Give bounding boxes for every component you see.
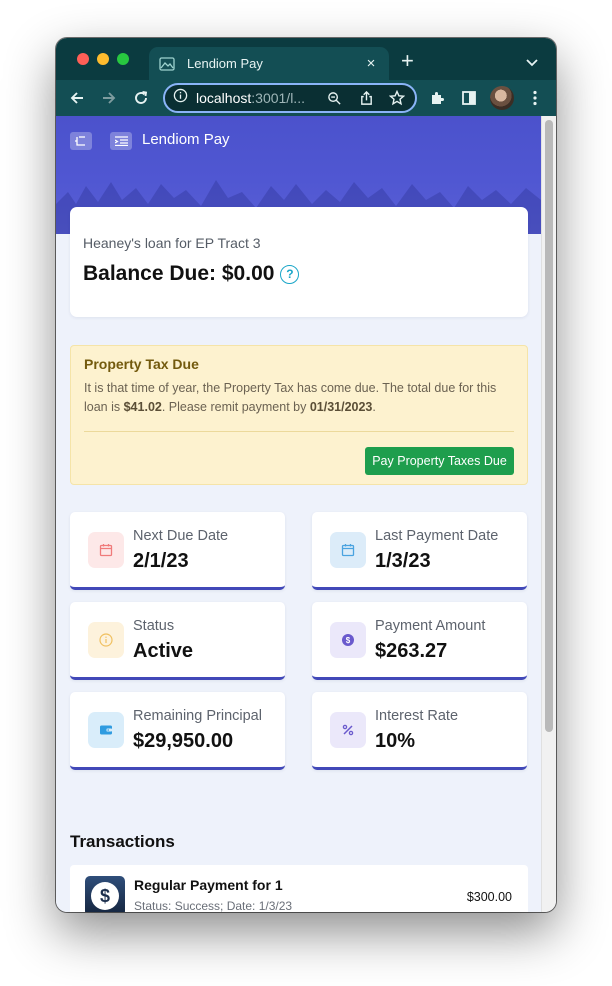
stat-value: 10% — [375, 730, 416, 752]
stat-remaining-principal: Remaining Principal $29,950.00 — [70, 692, 285, 770]
tax-amount: $41.02 — [123, 400, 162, 414]
loan-name: Heaney's loan for EP Tract 3 — [83, 235, 261, 251]
stat-label: Payment Amount — [375, 618, 486, 634]
percent-icon — [330, 712, 366, 748]
wallet-icon — [88, 712, 124, 748]
stat-value: $263.27 — [375, 640, 448, 662]
stat-value: Active — [133, 640, 194, 662]
stat-status: Status Active — [70, 602, 285, 680]
stat-payment-amount: $ Payment Amount $263.27 — [312, 602, 527, 680]
address-bar[interactable]: localhost:3001/l... — [163, 83, 417, 113]
transaction-amount: $300.00 — [466, 890, 512, 904]
browser-toolbar: localhost:3001/l... — [56, 80, 556, 116]
new-tab-button[interactable]: + — [401, 50, 414, 72]
tax-alert-message: It is that time of year, the Property Ta… — [84, 379, 509, 417]
loan-summary-card: Heaney's loan for EP Tract 3 Balance Due… — [70, 207, 528, 317]
stat-label: Remaining Principal — [133, 708, 262, 724]
transaction-subtitle: Status: Success; Date: 1/3/23 — [134, 899, 293, 912]
page-viewport: Lendiom Pay Heaney's loan for EP Tract 3… — [56, 116, 541, 912]
stat-interest-rate: Interest Rate 10% — [312, 692, 527, 770]
transaction-row[interactable]: $ Regular Payment for 1 Status: Success;… — [70, 865, 528, 912]
bookmark-star-icon[interactable] — [388, 89, 406, 111]
minimize-window-button[interactable] — [97, 53, 109, 65]
close-window-button[interactable] — [77, 53, 89, 65]
calendar-icon — [330, 532, 366, 568]
site-info-icon[interactable] — [173, 88, 188, 108]
svg-text:$: $ — [346, 636, 351, 645]
stat-label: Last Payment Date — [375, 528, 499, 544]
property-tax-alert: Property Tax Due It is that time of year… — [70, 345, 528, 485]
url-path: :3001/l... — [251, 90, 305, 106]
balance-due-text: Balance Due: $0.00 — [83, 262, 275, 285]
tax-due-date: 01/31/2023 — [309, 400, 373, 414]
tax-message-part-2: . Please remit payment by — [161, 400, 310, 414]
side-panel-icon[interactable] — [460, 89, 478, 107]
reload-icon[interactable] — [132, 89, 150, 107]
help-question-icon[interactable]: ? — [280, 264, 300, 284]
back-return-icon[interactable] — [70, 132, 92, 150]
zoom-icon[interactable] — [327, 91, 342, 111]
share-icon[interactable] — [359, 90, 374, 111]
info-icon — [88, 622, 124, 658]
kebab-menu-icon[interactable] — [526, 89, 544, 107]
tab-title: Lendiom Pay — [187, 56, 263, 71]
extensions-puzzle-icon[interactable] — [428, 89, 446, 107]
divider — [84, 431, 514, 432]
maximize-window-button[interactable] — [117, 53, 129, 65]
tab-search-chevron-icon[interactable] — [526, 54, 538, 72]
dollar-icon: $ — [330, 622, 366, 658]
tab-close-icon[interactable]: × — [363, 55, 379, 72]
browser-window: Lendiom Pay × + localhost:3001/l... Lend… — [56, 38, 556, 912]
back-arrow-icon[interactable] — [68, 89, 86, 107]
stat-value: 2/1/23 — [133, 550, 189, 572]
app-brand[interactable]: Lendiom Pay — [142, 131, 230, 148]
tax-message-part-3: . — [372, 400, 376, 414]
browser-tab[interactable]: Lendiom Pay × — [149, 47, 389, 80]
dollar-coin-icon: $ — [85, 876, 125, 912]
vertical-scrollbar[interactable] — [541, 116, 556, 912]
stat-label: Interest Rate — [375, 708, 459, 724]
tax-alert-title: Property Tax Due — [84, 356, 199, 372]
stat-value: $29,950.00 — [133, 730, 234, 752]
landscape-favicon-icon — [159, 56, 175, 72]
url-host: localhost — [196, 90, 252, 106]
balance-due: Balance Due: $0.00 ? — [83, 262, 300, 286]
stat-next-due-date: Next Due Date 2/1/23 — [70, 512, 285, 590]
stat-value: 1/3/23 — [375, 550, 431, 572]
transactions-heading: Transactions — [70, 832, 175, 851]
forward-arrow-icon[interactable] — [100, 89, 118, 107]
stat-label: Status — [133, 618, 175, 634]
profile-avatar[interactable] — [490, 86, 514, 110]
menu-toggle-icon[interactable] — [110, 132, 132, 150]
tab-strip: Lendiom Pay × + — [56, 38, 556, 80]
url-text: localhost:3001/l... — [196, 90, 314, 106]
stat-last-payment-date: Last Payment Date 1/3/23 — [312, 512, 527, 590]
scrollbar-thumb[interactable] — [545, 120, 553, 732]
transaction-title: Regular Payment for 1 — [134, 877, 283, 893]
calendar-icon — [88, 532, 124, 568]
pay-property-taxes-button[interactable]: Pay Property Taxes Due — [365, 447, 514, 475]
stat-label: Next Due Date — [133, 528, 229, 544]
